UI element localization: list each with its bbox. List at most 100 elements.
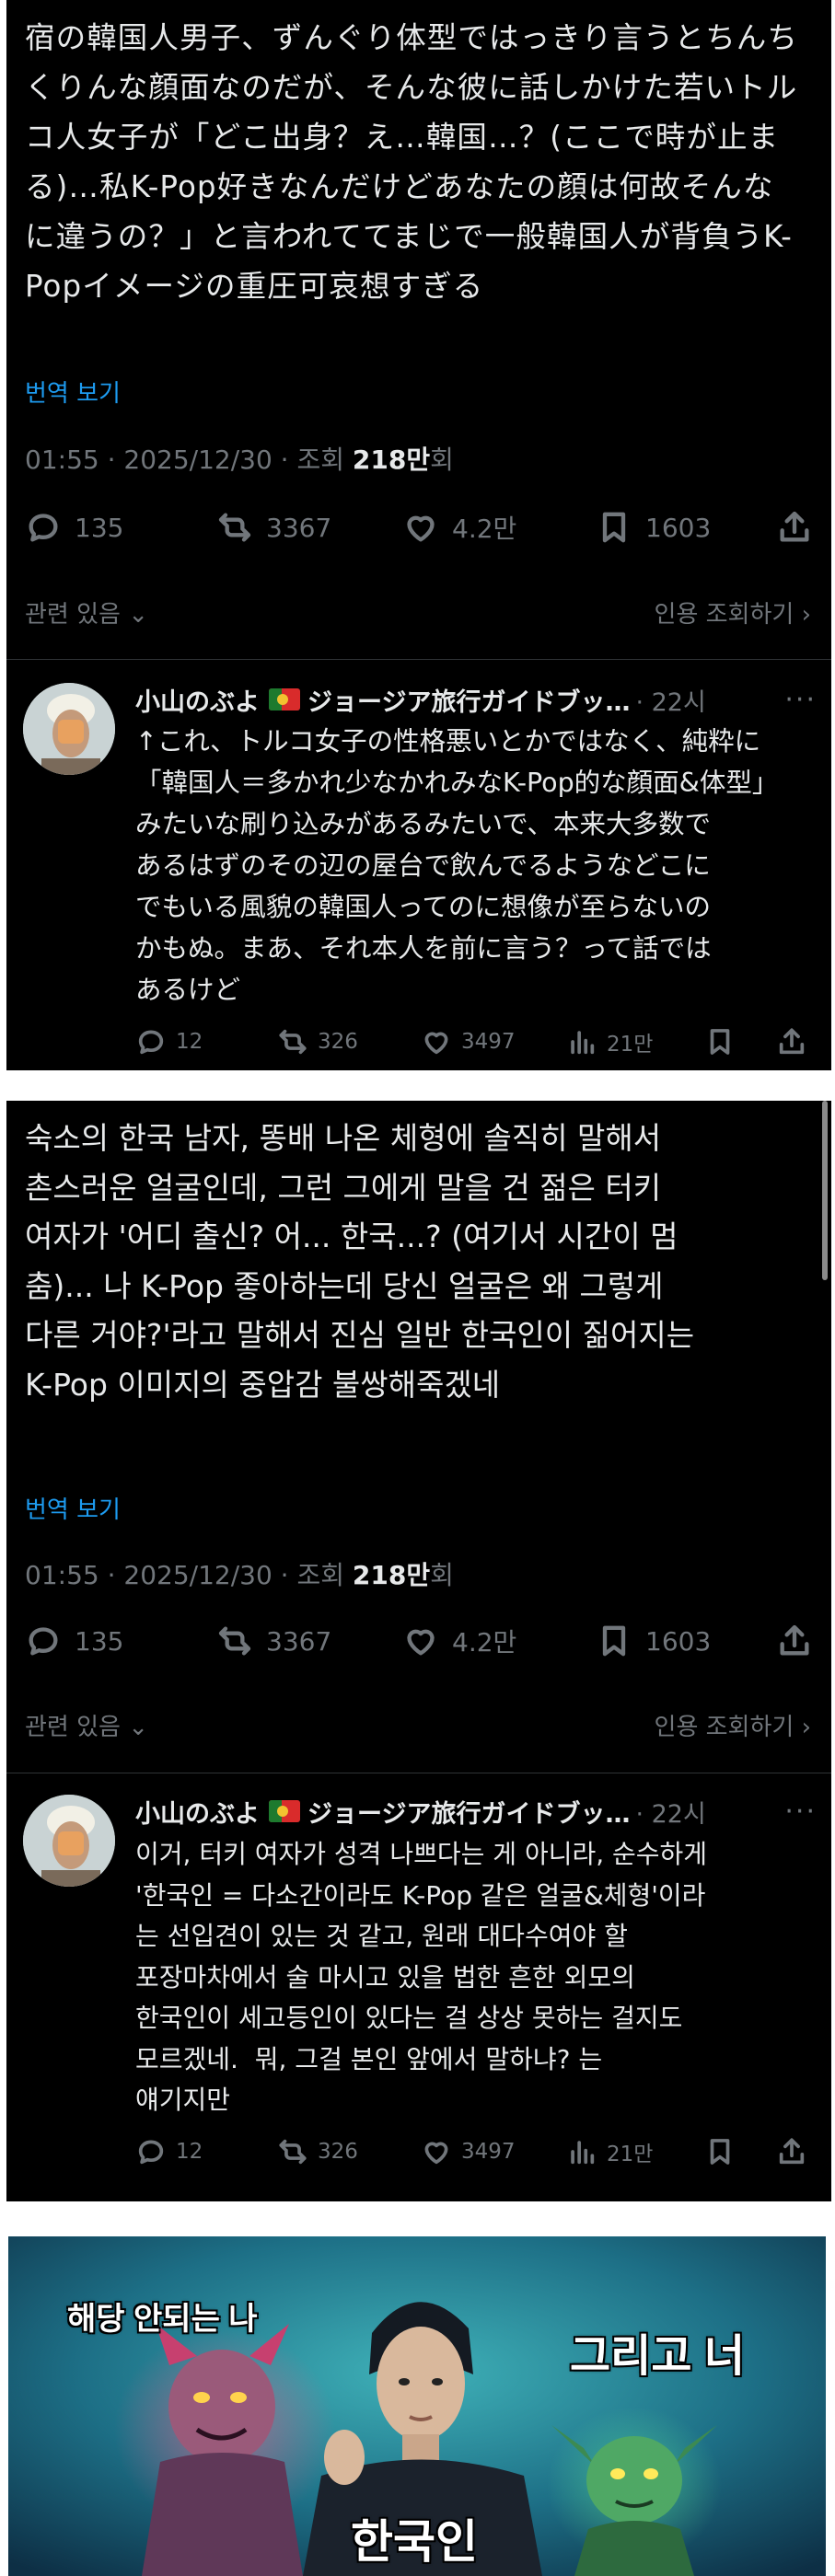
chevron-right-icon: › <box>801 601 811 629</box>
avatar[interactable] <box>23 683 115 775</box>
post-action-bar: 135 3367 4.2만 1603 <box>25 504 818 550</box>
share-icon <box>779 1028 805 1055</box>
view-count: 218만 <box>352 1560 431 1590</box>
reply-action-bar: 12 326 3497 21만 <box>135 1023 818 1060</box>
divider <box>6 659 831 660</box>
avatar[interactable] <box>23 1795 115 1887</box>
heart-icon <box>424 2142 448 2165</box>
like-count: 3497 <box>461 1030 516 1054</box>
analytics-icon <box>571 2141 595 2165</box>
scrollbar[interactable] <box>822 1101 828 1280</box>
bookmark-icon <box>710 2139 730 2165</box>
user-avatar-image <box>23 1795 115 1887</box>
share-button[interactable] <box>776 504 813 550</box>
heart-icon <box>407 515 435 542</box>
reply-author-bio: ジョージア旅行ガイドブッ… <box>307 687 631 717</box>
repost-icon <box>279 1029 307 1055</box>
related-dropdown[interactable]: 관련 있음 ⌄ <box>25 595 148 630</box>
reply-header: 小山のぶよ ジョージア旅行ガイドブッ… · 22시 ··· <box>135 1793 817 1830</box>
like-count: 3497 <box>461 2140 516 2164</box>
reply-text: 이거, 터키 여자가 성격 나쁘다는 게 아니라, 순수하게 '한국인 = 다소… <box>135 1839 708 2115</box>
post-timestamp: 01:55 · 2025/12/30 · 조회 <box>25 1560 353 1590</box>
bookmark-button[interactable] <box>704 2133 736 2170</box>
related-dropdown[interactable]: 관련 있음 ⌄ <box>25 1708 148 1742</box>
post-timestamp: 01:55 · 2025/12/30 · 조회 <box>25 445 353 475</box>
like-button[interactable]: 3497 <box>421 2133 516 2170</box>
bookmark-button[interactable]: 1603 <box>596 1618 711 1664</box>
view-count: 21만 <box>607 1033 654 1057</box>
reply-icon <box>138 1030 164 1055</box>
post-action-bar: 135 3367 4.2만 1603 <box>25 1618 818 1664</box>
translate-link[interactable]: 번역 보기 <box>25 1491 121 1525</box>
repost-icon <box>279 2139 307 2165</box>
repost-button[interactable]: 3367 <box>216 504 331 550</box>
reply-author-bio: ジョージア旅行ガイドブッ… <box>307 1799 631 1829</box>
post-text: 숙소의 한국 남자, 똥배 나온 체형에 솔직히 말해서 촌스러운 얼굴인데, … <box>25 1120 695 1403</box>
bookmark-icon <box>602 512 626 543</box>
bookmark-count: 1603 <box>645 1625 712 1657</box>
quotes-label: 인용 조회하기 <box>654 1714 794 1741</box>
repost-count: 326 <box>318 2140 358 2164</box>
portugal-flag-icon <box>269 1800 300 1822</box>
view-suffix: 회 <box>430 445 454 475</box>
repost-icon <box>218 1626 251 1656</box>
repost-button[interactable]: 326 <box>277 2133 358 2170</box>
like-button[interactable]: 4.2만 <box>402 1618 516 1664</box>
reply-time: · 22시 <box>635 687 706 717</box>
like-count: 4.2만 <box>452 514 517 544</box>
reply-icon <box>29 514 58 542</box>
share-button[interactable] <box>776 1618 813 1664</box>
reply-count: 12 <box>176 1030 203 1054</box>
reply-count: 135 <box>75 512 124 543</box>
analytics-icon <box>571 1031 595 1055</box>
bookmark-count: 1603 <box>645 512 712 543</box>
repost-count: 3367 <box>266 1625 332 1657</box>
chevron-right-icon: › <box>801 1714 811 1741</box>
related-label: 관련 있음 <box>25 601 121 629</box>
reply-count: 12 <box>176 2140 203 2164</box>
reply-button[interactable]: 12 <box>135 1023 203 1060</box>
bookmark-button[interactable] <box>704 1023 736 1060</box>
view-quotes-link[interactable]: 인용 조회하기 › <box>655 1708 811 1742</box>
chevron-down-icon: ⌄ <box>128 1714 149 1741</box>
reply-icon <box>138 2140 164 2165</box>
more-icon[interactable]: ··· <box>784 684 817 716</box>
reply-icon <box>29 1627 58 1656</box>
view-count: 21만 <box>607 2143 654 2166</box>
share-icon <box>779 2138 805 2165</box>
reply-button[interactable]: 135 <box>25 504 123 550</box>
repost-icon <box>218 513 251 542</box>
reply-time: · 22시 <box>635 1799 706 1829</box>
heart-icon <box>407 1629 435 1656</box>
reply-author-name[interactable]: 小山のぶよ <box>135 1794 260 1830</box>
repost-button[interactable]: 3367 <box>216 1618 331 1664</box>
korean-post-panel: 숙소의 한국 남자, 똥배 나온 체형에 솔직히 말해서 촌스러운 얼굴인데, … <box>6 1101 831 2201</box>
user-avatar-image <box>23 683 115 775</box>
share-button[interactable] <box>776 1023 807 1060</box>
reply-button[interactable]: 12 <box>135 2133 203 2170</box>
japanese-post-panel: 宿の韓国人男子、ずんぐり体型ではっきり言うとちんち くりんな顔面なのだが、そんな… <box>6 0 831 1070</box>
views-button[interactable]: 21만 <box>566 2133 653 2170</box>
view-quotes-link[interactable]: 인용 조회하기 › <box>655 595 811 630</box>
meme-caption-left: 해당 안되는 나 <box>67 2302 258 2337</box>
view-count: 218만 <box>352 445 431 475</box>
like-button[interactable]: 3497 <box>421 1023 516 1060</box>
post-text: 宿の韓国人男子、ずんぐり体型ではっきり言うとちんち くりんな顔面なのだが、そんな… <box>25 20 799 304</box>
repost-count: 3367 <box>266 512 332 543</box>
meme-image: 해당 안되는 나 그리고 너 한국인 <box>8 2236 826 2576</box>
like-button[interactable]: 4.2만 <box>402 504 516 550</box>
repost-button[interactable]: 326 <box>277 1023 358 1060</box>
share-icon <box>780 511 809 542</box>
reply-action-bar: 12 326 3497 21만 <box>135 2133 818 2170</box>
reply-button[interactable]: 135 <box>25 1618 123 1664</box>
translate-link[interactable]: 번역 보기 <box>25 375 121 409</box>
reply-count: 135 <box>75 1625 124 1657</box>
bookmark-button[interactable]: 1603 <box>596 504 711 550</box>
share-button[interactable] <box>776 2133 807 2170</box>
views-button[interactable]: 21만 <box>566 1023 653 1060</box>
meme-caption-center: 한국인 <box>351 2516 478 2568</box>
more-icon[interactable]: ··· <box>784 1796 817 1828</box>
reply-author-name[interactable]: 小山のぶよ <box>135 682 260 718</box>
post-meta: 01:55 · 2025/12/30 · 조회 218만회 <box>25 440 454 477</box>
reply-header: 小山のぶよ ジョージア旅行ガイドブッ… · 22시 ··· <box>135 681 817 718</box>
